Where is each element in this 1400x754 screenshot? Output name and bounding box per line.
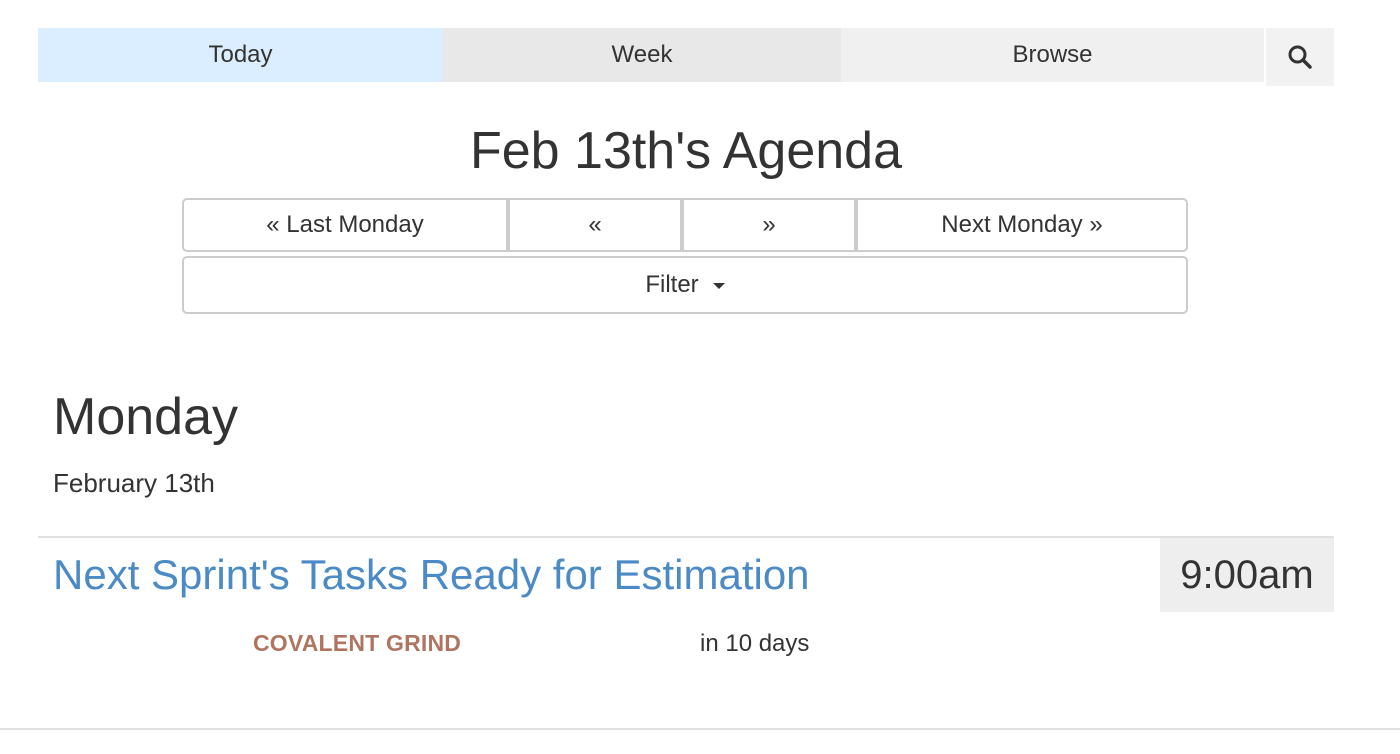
event-time: 9:00am [1160, 538, 1334, 612]
tab-week[interactable]: Week [443, 28, 841, 82]
event-organization-link[interactable]: COVALENT GRIND [253, 630, 461, 657]
divider [0, 728, 1400, 730]
event-relative-time: in 10 days [700, 630, 810, 657]
filter-label: Filter [645, 271, 699, 298]
page-title: Feb 13th's Agenda [469, 122, 903, 180]
caret-down-icon [712, 283, 725, 289]
next-monday-button[interactable]: Next Monday » [856, 198, 1188, 252]
divider [38, 536, 1334, 538]
event-title-link[interactable]: Next Sprint's Tasks Ready for Estimation [53, 548, 810, 602]
top-navigation: Today Week Browse [38, 28, 1334, 86]
last-monday-button[interactable]: « Last Monday [182, 198, 508, 252]
filter-dropdown-button[interactable]: Filter [182, 256, 1188, 314]
day-heading: Monday [53, 388, 238, 446]
previous-day-button[interactable]: « [508, 198, 682, 252]
tab-browse[interactable]: Browse [841, 28, 1264, 82]
date-pager: « Last Monday « » Next Monday » [182, 198, 1188, 256]
day-date: February 13th [53, 468, 215, 498]
next-day-button[interactable]: » [682, 198, 856, 252]
search-icon [1288, 45, 1312, 69]
search-button[interactable] [1266, 28, 1334, 86]
tab-today[interactable]: Today [38, 28, 443, 82]
